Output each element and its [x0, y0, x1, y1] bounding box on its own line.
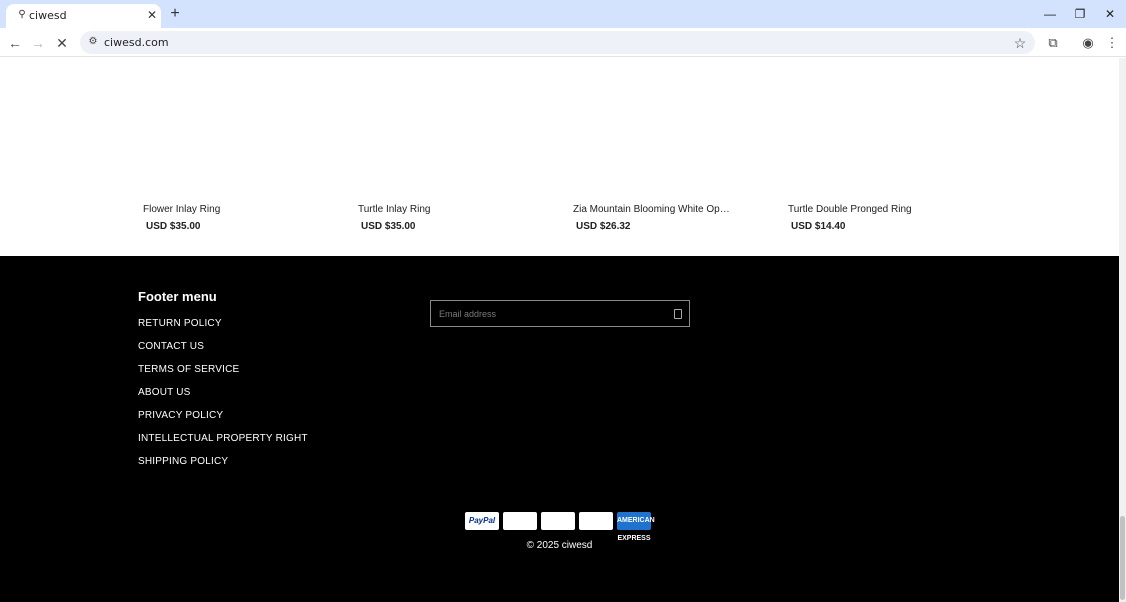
footer-link-terms-of-service[interactable]: TERMS OF SERVICE [138, 364, 239, 375]
product-price: USD $35.00 [361, 221, 416, 232]
product-price: USD $14.40 [791, 221, 846, 232]
minimize-icon[interactable]: — [1035, 4, 1065, 24]
tab-strip: ⚲ ciwesd ✕ + — ❐ ✕ [0, 0, 1126, 28]
product-name[interactable]: Flower Inlay Ring [143, 204, 343, 215]
extensions-icon[interactable]: ⧉ [1043, 33, 1063, 53]
restore-icon[interactable]: ❐ [1065, 4, 1095, 24]
footer-menu-heading: Footer menu [138, 289, 217, 304]
payment-icon [503, 512, 537, 530]
footer-link-contact-us[interactable]: CONTACT US [138, 341, 204, 352]
site-footer: Footer menu RETURN POLICY CONTACT US TER… [0, 256, 1119, 602]
page-viewport: Flower Inlay Ring USD $35.00 Turtle Inla… [0, 58, 1119, 602]
profile-icon[interactable]: ◉ [1078, 33, 1098, 53]
browser-toolbar: ← → ✕ ⚙ ciwesd.com ☆ ⧉ ◉ ⋮ [0, 28, 1126, 57]
product-price: USD $35.00 [146, 221, 201, 232]
close-window-icon[interactable]: ✕ [1095, 4, 1125, 24]
site-info-icon[interactable]: ⚙ [86, 35, 100, 49]
payment-icon [541, 512, 575, 530]
footer-link-intellectual-property-right[interactable]: INTELLECTUAL PROPERTY RIGHT [138, 433, 308, 444]
back-icon[interactable]: ← [5, 33, 25, 53]
bookmark-star-icon[interactable]: ☆ [1011, 34, 1029, 52]
submit-icon[interactable] [674, 309, 682, 319]
email-input[interactable] [431, 301, 661, 326]
newsletter-form [430, 300, 690, 327]
footer-link-privacy-policy[interactable]: PRIVACY POLICY [138, 410, 223, 421]
copyright-text: © 2025 ciwesd [526, 540, 593, 551]
address-bar[interactable]: ⚙ ciwesd.com ☆ [80, 31, 1035, 54]
amex-payment-icon: AMERICAN EXPRESS [617, 512, 655, 542]
scrollbar-thumb[interactable] [1120, 516, 1125, 600]
footer-link-return-policy[interactable]: RETURN POLICY [138, 318, 222, 329]
url-text[interactable]: ciwesd.com [104, 36, 169, 49]
page-scrollbar[interactable] [1119, 58, 1126, 602]
product-name[interactable]: Turtle Double Pronged Ring [788, 204, 988, 215]
close-tab-icon[interactable]: ✕ [144, 7, 160, 23]
footer-link-shipping-policy[interactable]: SHIPPING POLICY [138, 456, 228, 467]
browser-tab[interactable]: ⚲ ciwesd ✕ [6, 4, 161, 28]
footer-link-about-us[interactable]: ABOUT US [138, 387, 191, 398]
product-name[interactable]: Zia Mountain Blooming White Opal &... [573, 204, 735, 215]
product-price: USD $26.32 [576, 221, 631, 232]
payment-icon [579, 512, 613, 530]
site-favicon-icon: ⚲ [18, 9, 26, 20]
paypal-payment-icon: PayPal [465, 512, 499, 530]
stop-loading-icon[interactable]: ✕ [52, 33, 72, 53]
menu-icon[interactable]: ⋮ [1102, 33, 1122, 53]
new-tab-icon[interactable]: + [166, 5, 184, 23]
forward-icon[interactable]: → [28, 33, 48, 53]
tab-title: ciwesd [29, 9, 67, 22]
product-name[interactable]: Turtle Inlay Ring [358, 204, 558, 215]
